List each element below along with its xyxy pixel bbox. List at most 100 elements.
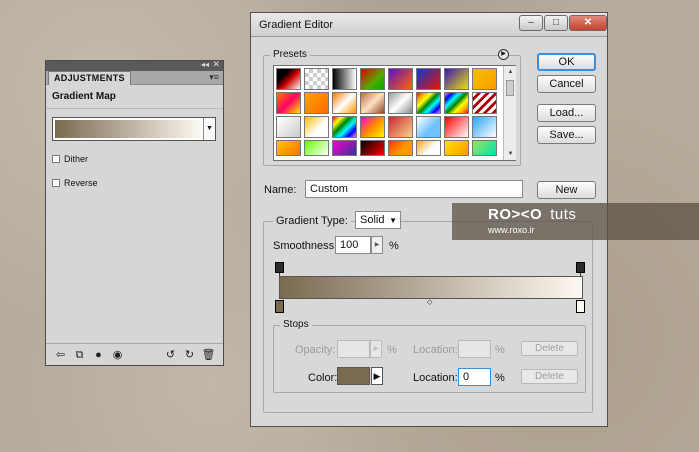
gradient-map-picker[interactable]: ▼ [52, 117, 216, 141]
color-stop-right[interactable] [576, 300, 585, 313]
preset-swatch[interactable] [472, 92, 497, 114]
reverse-checkbox[interactable]: Reverse [52, 178, 98, 188]
minimize-button[interactable]: – [519, 15, 543, 31]
preset-swatch[interactable] [276, 140, 301, 156]
color-stop-left[interactable] [275, 300, 284, 313]
panel-title: Gradient Map [46, 85, 223, 109]
watermark-brand: RO><O tuts [488, 206, 576, 223]
opacity-stop-right[interactable] [576, 262, 585, 273]
preset-swatch[interactable] [472, 140, 497, 156]
adjustments-panel: ◂◂ ✕ ADJUSTMENTS ▾≡ Gradient Map ▼ Dithe… [45, 59, 224, 366]
dither-label: Dither [64, 154, 89, 164]
gradient-bar[interactable] [279, 276, 583, 299]
smoothness-stepper[interactable]: ▶ [371, 236, 383, 254]
preset-swatch[interactable] [360, 140, 385, 156]
preset-swatch[interactable] [276, 92, 301, 114]
panel-header-strip: ◂◂ ✕ [46, 59, 223, 71]
new-button[interactable]: New [537, 181, 596, 199]
panel-bottom-toolbar: ⇦ ⧉ ● ◉ ↺ ↻ 🗑 [46, 343, 223, 365]
window-titlebar[interactable]: Gradient Editor – □ ✕ [251, 13, 607, 37]
redraw-icon[interactable]: ↻ [180, 348, 199, 362]
scroll-thumb[interactable] [506, 80, 514, 96]
chevron-down-icon: ▼ [389, 216, 397, 225]
chevron-down-icon[interactable]: ▼ [203, 118, 215, 140]
close-button[interactable]: ✕ [569, 15, 607, 31]
color-swatch[interactable] [337, 367, 370, 385]
visibility-icon[interactable]: ● [89, 348, 108, 362]
scroll-up-icon[interactable]: ▲ [504, 66, 517, 78]
preset-swatch[interactable] [388, 68, 413, 90]
preset-swatch[interactable] [360, 68, 385, 90]
preset-swatch[interactable] [332, 92, 357, 114]
preset-swatch[interactable] [444, 140, 469, 156]
reverse-box[interactable] [52, 179, 60, 187]
ok-button[interactable]: OK [537, 53, 596, 71]
preset-swatch[interactable] [332, 68, 357, 90]
preset-swatch[interactable] [416, 140, 441, 156]
color-arrow-icon[interactable]: ▶ [371, 367, 383, 385]
preset-swatch[interactable] [388, 92, 413, 114]
preset-swatch[interactable] [444, 116, 469, 138]
preset-swatch[interactable] [472, 116, 497, 138]
opacity-input[interactable] [337, 340, 370, 358]
preset-swatch[interactable] [444, 92, 469, 114]
reverse-label: Reverse [64, 178, 98, 188]
presets-label: Presets [270, 49, 310, 60]
name-input[interactable]: Custom [305, 180, 523, 198]
preset-swatch[interactable] [416, 92, 441, 114]
clip-layer-icon[interactable]: ⧉ [70, 348, 89, 362]
watermark-suffix: tuts [550, 206, 577, 223]
smoothness-label: Smoothness: [273, 240, 338, 252]
return-arrow-icon[interactable]: ⇦ [51, 348, 70, 362]
preset-swatch[interactable] [472, 68, 497, 90]
cancel-button[interactable]: Cancel [537, 75, 596, 93]
preset-swatch[interactable] [444, 68, 469, 90]
view-previous-icon[interactable]: ◉ [108, 348, 127, 362]
gradient-type-value: Solid [360, 214, 385, 226]
panel-tab-row: ADJUSTMENTS ▾≡ [46, 71, 223, 85]
name-label: Name: [264, 184, 297, 196]
load-button[interactable]: Load... [537, 104, 596, 122]
preset-swatch[interactable] [332, 140, 357, 156]
tab-adjustments[interactable]: ADJUSTMENTS [48, 71, 131, 85]
preset-swatch[interactable] [360, 92, 385, 114]
opacity-label: Opacity: [295, 344, 336, 356]
preset-swatch[interactable] [304, 68, 329, 90]
reset-icon[interactable]: ↺ [161, 348, 180, 362]
color-delete-button[interactable]: Delete [521, 369, 578, 384]
close-icon[interactable]: ✕ [212, 59, 220, 70]
preset-swatch[interactable] [304, 140, 329, 156]
smoothness-input[interactable]: 100 [335, 236, 371, 254]
preset-swatch[interactable] [416, 68, 441, 90]
preset-swatch[interactable] [276, 116, 301, 138]
save-button[interactable]: Save... [537, 126, 596, 144]
dither-box[interactable] [52, 155, 60, 163]
window-title: Gradient Editor [259, 19, 333, 31]
color-location-percent: % [495, 372, 505, 384]
preset-swatch[interactable] [360, 116, 385, 138]
watermark-url: www.roxo.ir [488, 225, 535, 235]
opacity-delete-button[interactable]: Delete [521, 341, 578, 356]
preset-swatch[interactable] [304, 92, 329, 114]
opacity-stop-left[interactable] [275, 262, 284, 273]
midpoint-diamond-icon[interactable]: ◇ [427, 298, 432, 306]
gradient-type-select[interactable]: Solid ▼ [355, 211, 401, 229]
gradient-preview[interactable] [55, 120, 201, 138]
preset-swatch[interactable] [388, 116, 413, 138]
preset-swatch[interactable] [388, 140, 413, 156]
opacity-stepper[interactable]: ▶ [370, 340, 382, 358]
preset-swatch[interactable] [276, 68, 301, 90]
color-location-input[interactable]: 0 [458, 368, 491, 386]
panel-menu-icon[interactable]: ▾≡ [209, 72, 219, 83]
dither-checkbox[interactable]: Dither [52, 154, 88, 164]
opacity-location-input[interactable] [458, 340, 491, 358]
delete-icon[interactable]: 🗑 [199, 348, 218, 362]
collapse-icon[interactable]: ◂◂ [201, 60, 209, 69]
maximize-button[interactable]: □ [544, 15, 568, 31]
presets-scrollbar[interactable]: ▲ ▼ [503, 66, 516, 160]
presets-menu-icon[interactable]: ▶ [498, 49, 509, 60]
preset-swatch[interactable] [332, 116, 357, 138]
preset-swatch[interactable] [304, 116, 329, 138]
preset-swatch[interactable] [416, 116, 441, 138]
scroll-down-icon[interactable]: ▼ [504, 148, 517, 160]
